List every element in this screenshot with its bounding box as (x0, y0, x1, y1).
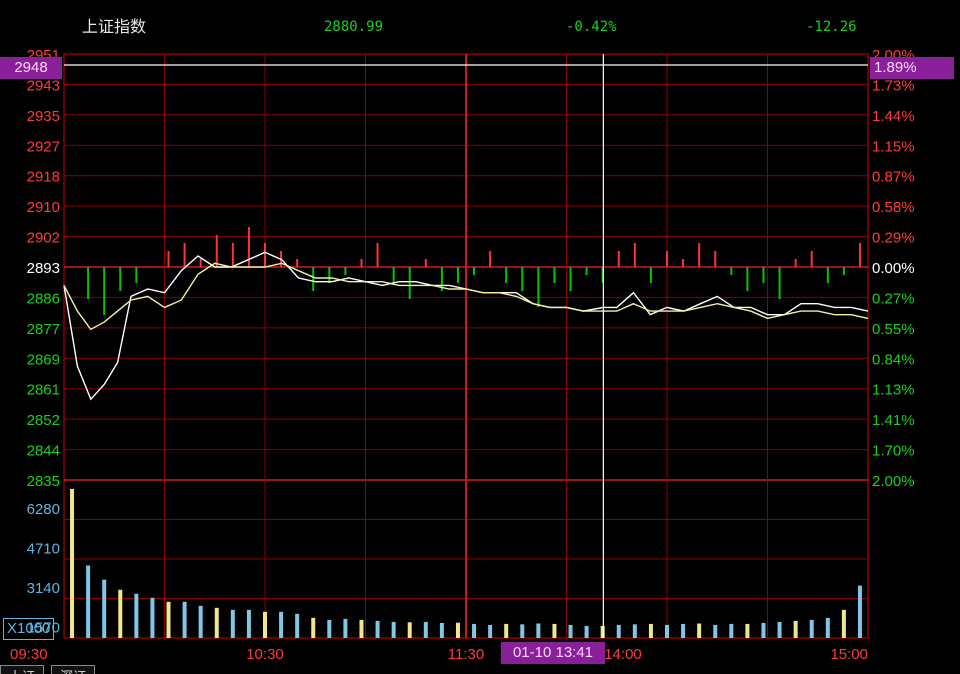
price-tick-label: 2844 (27, 443, 60, 460)
time-tick-label: 14:00 (604, 646, 642, 663)
price-tick-label: 2877 (27, 321, 60, 338)
pct-tick-label: 1.73% (872, 77, 915, 94)
pct-tick-label: 2.00% (872, 473, 915, 490)
price-tick-label: 2893 (27, 260, 60, 277)
pct-tick-label: 0.84% (872, 351, 915, 368)
bottom-tabs[interactable]: 上证 深证 (0, 665, 97, 674)
crosshair-pct-tag: 1.89% (870, 57, 954, 79)
time-tick-label: 11:30 (448, 646, 484, 663)
price-tick-label: 2935 (27, 108, 60, 125)
crosshair-time-tag: 01-10 13:41 (501, 642, 605, 664)
price-tick-label: 2869 (27, 351, 60, 368)
price-tick-label: 2943 (27, 77, 60, 94)
price-tick-label: 2902 (27, 230, 60, 247)
pct-tick-label: 0.55% (872, 321, 915, 338)
pct-tick-label: 1.41% (872, 412, 915, 429)
price-tick-label: 2918 (27, 169, 60, 186)
tab-shenzhen[interactable]: 深证 (51, 665, 96, 674)
price-tick-label: 2910 (27, 199, 60, 216)
chart-stage: 上证指数 2880.99 -0.42% -12.26 2951 2943 2935 2… (0, 0, 960, 674)
volume-tick-label: 6280 (27, 501, 60, 518)
volume-unit-label: X1000 (3, 618, 55, 640)
time-tick-label: 10:30 (246, 646, 284, 663)
price-tick-label: 2835 (27, 473, 60, 490)
pct-tick-label: 0.58% (872, 199, 915, 216)
price-tick-label: 2852 (27, 412, 60, 429)
pct-tick-label: 0.29% (872, 230, 915, 247)
tab-shanghai[interactable]: 上证 (0, 665, 45, 674)
price-tick-label: 2861 (27, 382, 60, 399)
time-tick-label: 09:30 (10, 646, 48, 663)
pct-tick-label: 0.87% (872, 169, 915, 186)
volume-tick-label: 4710 (27, 541, 60, 558)
time-tick-label: 15:00 (830, 646, 868, 663)
pct-tick-label: 1.70% (872, 443, 915, 460)
price-tick-label: 2927 (27, 138, 60, 155)
pct-tick-label: 1.13% (872, 382, 915, 399)
intraday-chart[interactable]: 2951294329352927291829102902289328862877… (0, 0, 960, 674)
pct-tick-label: 0.27% (872, 290, 915, 307)
pct-tick-label: 1.15% (872, 138, 915, 155)
volume-tick-label: 3140 (27, 580, 60, 597)
pct-tick-label: 0.00% (872, 260, 915, 277)
crosshair-price-tag: 2948 (0, 57, 62, 79)
pct-tick-label: 1.44% (872, 108, 915, 125)
price-tick-label: 2886 (27, 290, 60, 307)
